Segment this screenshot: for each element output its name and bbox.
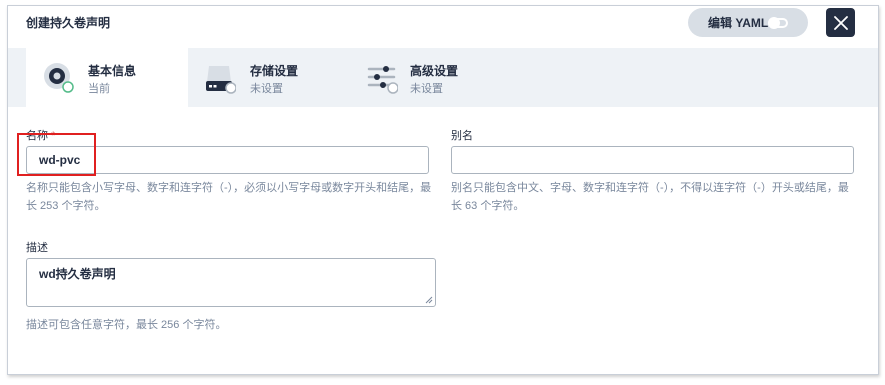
tab-title: 基本信息 — [88, 64, 137, 78]
tab-advanced-settings[interactable]: 高级设置 未设置 — [350, 48, 512, 107]
step-tabs: 基本信息 当前 存储设置 未设置 高级设置 未设置 — [8, 48, 878, 107]
create-pvc-dialog: 创建持久卷声明 编辑 YAML 基本信息 当前 存储设置 未设置 高级设置 未设… — [7, 5, 879, 375]
tab-title: 存储设置 — [250, 64, 299, 78]
name-hint: 名称只能包含小写字母、数字和连字符（-），必须以小写字母或数字开头和结尾，最 长… — [26, 179, 436, 215]
sliders-icon — [367, 66, 398, 94]
close-button[interactable] — [826, 8, 855, 37]
tab-storage-settings[interactable]: 存储设置 未设置 — [188, 48, 350, 107]
edit-yaml-label: 编辑 YAML — [708, 16, 769, 30]
disk-icon — [44, 63, 74, 93]
alias-hint: 别名只能包含中文、字母、数字和连字符（-），不得以连字符（-）开头或结尾，最 长… — [451, 179, 861, 215]
close-icon — [833, 15, 848, 30]
tab-status: 当前 — [88, 83, 110, 95]
tab-basic-info[interactable]: 基本信息 当前 — [26, 48, 188, 107]
name-hint-line: 名称只能包含小写字母、数字和连字符（-），必须以小写字母或数字开头和结尾，最 — [26, 182, 432, 194]
alias-input[interactable] — [451, 146, 854, 174]
alias-label: 别名 — [451, 130, 473, 142]
name-hint-line: 长 253 个字符。 — [26, 200, 106, 212]
edit-yaml-toggle[interactable]: 编辑 YAML — [688, 8, 808, 37]
description-text: wd持久卷声明 — [39, 267, 116, 281]
annotation-highlight-box — [17, 133, 96, 176]
storage-icon — [206, 66, 236, 94]
toggle-switch-icon — [768, 17, 788, 29]
description-textarea[interactable]: wd持久卷声明 — [26, 258, 436, 307]
description-label: 描述 — [26, 242, 48, 254]
tab-status: 未设置 — [250, 83, 283, 95]
alias-hint-line: 长 63 个字符。 — [451, 200, 525, 212]
resize-handle-icon[interactable] — [425, 296, 433, 304]
dialog-title: 创建持久卷声明 — [26, 16, 111, 30]
tab-status: 未设置 — [410, 83, 443, 95]
alias-hint-line: 别名只能包含中文、字母、数字和连字符（-），不得以连字符（-）开头或结尾，最 — [451, 182, 849, 194]
tab-title: 高级设置 — [410, 64, 459, 78]
dialog-header: 创建持久卷声明 编辑 YAML — [8, 6, 878, 50]
description-hint: 描述可包含任意字符，最长 256 个字符。 — [26, 319, 227, 331]
